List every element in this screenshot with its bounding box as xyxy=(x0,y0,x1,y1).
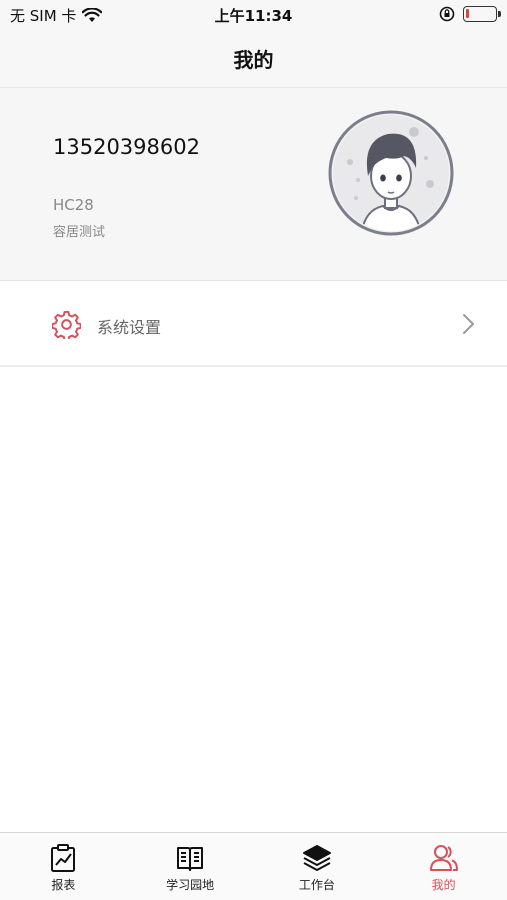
user-icon xyxy=(429,845,458,871)
book-icon xyxy=(177,847,204,871)
system-settings-label: 系统设置 xyxy=(97,318,162,337)
user-phone: 13520398602 xyxy=(53,135,200,159)
status-right xyxy=(439,6,501,22)
status-bar: 无 SIM 卡 上午11:34 xyxy=(0,0,507,30)
tab-learning-label: 学习园地 xyxy=(166,878,215,892)
tab-report-label: 报表 xyxy=(51,878,76,892)
status-time: 上午11:34 xyxy=(214,7,293,25)
tab-workbench-label: 工作台 xyxy=(298,878,335,892)
layers-icon xyxy=(302,845,331,871)
tab-workbench[interactable]: 工作台 xyxy=(254,833,381,900)
battery-icon xyxy=(463,6,501,22)
battery-level xyxy=(466,9,469,18)
avatar[interactable] xyxy=(328,110,454,236)
report-icon xyxy=(51,844,76,872)
tab-bar: 报表 学习园地 工作台 我的 xyxy=(0,832,507,900)
chevron-right-icon xyxy=(463,314,474,334)
tab-report[interactable]: 报表 xyxy=(0,833,127,900)
navigation-bar: 我的 xyxy=(0,30,507,88)
orientation-lock-icon xyxy=(439,6,455,22)
tab-mine-label: 我的 xyxy=(431,878,456,892)
page-title: 我的 xyxy=(233,48,274,72)
user-code: HC28 xyxy=(53,196,94,214)
tab-learning[interactable]: 学习园地 xyxy=(127,833,254,900)
user-department: 容居测试 xyxy=(53,225,106,240)
profile-header[interactable]: 13520398602 HC28 容居测试 xyxy=(0,88,507,281)
gear-icon xyxy=(52,310,81,339)
system-settings-row[interactable]: 系统设置 xyxy=(0,281,507,367)
tab-mine[interactable]: 我的 xyxy=(380,833,507,900)
